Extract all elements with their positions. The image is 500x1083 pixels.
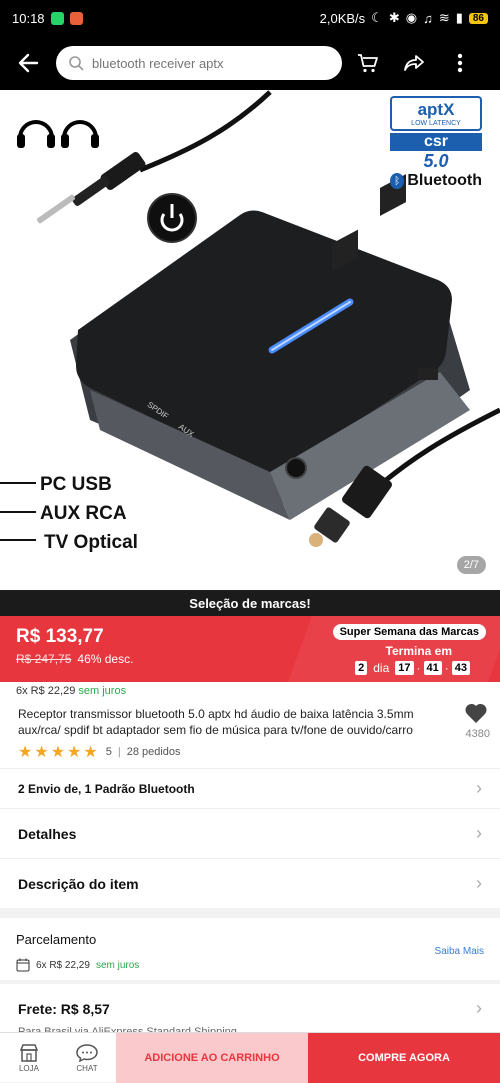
orders-count: 28 pedidos xyxy=(126,746,181,758)
installment-tag: sem juros xyxy=(78,685,127,697)
add-to-cart-button[interactable]: ADICIONE AO CARRINHO xyxy=(116,1033,308,1083)
installment-info: 6x R$ 22,29 sem juros xyxy=(16,685,126,697)
countdown-days: 2 xyxy=(355,661,368,675)
search-icon xyxy=(69,56,84,71)
ends-in-label: Termina em xyxy=(385,644,452,658)
bluetooth-logo-icon: ᛒ xyxy=(390,173,405,189)
bluetooth-label: Bluetooth xyxy=(407,172,482,189)
promo-badge[interactable]: Super Semana das Marcas xyxy=(332,624,486,640)
signal-icon: ▮ xyxy=(455,10,463,25)
search-bar[interactable] xyxy=(56,46,342,80)
csr-label: csr xyxy=(390,133,482,151)
details-row[interactable]: Detalhes › xyxy=(0,808,500,858)
countdown-seconds: 43 xyxy=(451,661,470,675)
chevron-right-icon: › xyxy=(476,873,482,893)
chevron-right-icon: › xyxy=(476,998,482,1018)
rating-value: 5 xyxy=(105,746,112,758)
original-price: R$ 247,75 xyxy=(16,652,72,666)
installments-tag: sem juros xyxy=(95,959,140,971)
feature-item: TV Optical xyxy=(44,532,138,553)
chat-icon xyxy=(76,1043,98,1062)
more-options-icon[interactable] xyxy=(440,43,480,83)
details-label: Detalhes xyxy=(18,825,77,842)
discount-label: 46% desc. xyxy=(77,652,134,666)
feature-item: PC USB xyxy=(40,474,112,495)
bluetooth-icon: ✱ xyxy=(388,10,400,25)
moon-icon: ☾ xyxy=(371,10,383,25)
store-label: LOJA xyxy=(18,1063,39,1073)
price-banner: R$ 133,77 R$ 247,75 46% desc. Super Sema… xyxy=(0,616,500,682)
countdown-days-label: dia xyxy=(373,661,390,675)
buy-now-button[interactable]: COMPRE AGORA xyxy=(308,1033,500,1083)
back-arrow-icon[interactable] xyxy=(10,45,46,81)
feature-item: AUX RCA xyxy=(40,503,127,524)
cart-icon[interactable] xyxy=(348,43,388,83)
version-label: 5.0 xyxy=(423,151,449,171)
description-label: Descrição do item xyxy=(18,875,139,892)
headphones-icon xyxy=(17,120,55,148)
favorites-count: 4380 xyxy=(465,728,490,740)
search-input[interactable] xyxy=(92,55,322,71)
heart-icon[interactable] xyxy=(464,702,488,726)
battery-indicator: 86 xyxy=(468,12,488,24)
store-icon xyxy=(19,1043,39,1062)
learn-more-link[interactable]: Saiba Mais xyxy=(435,946,484,957)
status-bar: 10:18 2,0KB/s ☾ ✱ ◉ ♫ ≋ ▮ 86 xyxy=(0,0,500,36)
aptx-label: aptX xyxy=(417,100,455,119)
rating-divider: | xyxy=(117,746,121,758)
mute-icon: ♫ xyxy=(423,10,433,26)
installments-section: Parcelamento Saiba Mais 6x R$ 22,29 sem … xyxy=(0,918,500,980)
chevron-right-icon: › xyxy=(476,778,482,798)
star-icon: ★ xyxy=(34,744,49,761)
bottom-action-bar: LOJA CHAT ADICIONE AO CARRINHO COMPRE AG… xyxy=(0,1032,500,1083)
installments-title: Parcelamento xyxy=(16,932,97,947)
installments-value: 6x R$ 22,29 xyxy=(36,959,90,971)
countdown-separator: · xyxy=(416,661,421,675)
status-time: 10:18 xyxy=(12,10,45,26)
variant-selector-row[interactable]: 2 Envio de, 1 Padrão Bluetooth › xyxy=(0,768,500,808)
countdown-timer: 2 dia 17 · 41 · 43 xyxy=(355,661,470,675)
chevron-right-icon: › xyxy=(476,823,482,843)
aptx-badge: aptX LOW LATENCY csr 5.0 ᛒ Bluetooth xyxy=(390,96,482,190)
description-row[interactable]: Descrição do item › xyxy=(0,858,500,908)
top-app-bar xyxy=(0,36,500,90)
variant-label: 2 Envio de, 1 Padrão Bluetooth xyxy=(18,781,195,796)
product-info: 6x R$ 22,29 sem juros Receptor transmiss… xyxy=(0,682,500,768)
product-image-carousel[interactable]: aptX LOW LATENCY csr 5.0 ᛒ Bluetooth SPD… xyxy=(0,90,500,590)
share-icon[interactable] xyxy=(394,43,434,83)
current-price: R$ 133,77 xyxy=(16,626,104,647)
low-latency-label: LOW LATENCY xyxy=(411,120,461,127)
original-price-row: R$ 247,75 46% desc. xyxy=(16,652,133,666)
star-icon: ★ xyxy=(50,744,66,761)
wifi-icon: ≋ xyxy=(438,10,450,25)
countdown-separator: · xyxy=(444,661,449,675)
network-speed: 2,0KB/s xyxy=(319,10,366,26)
star-icon: ★ xyxy=(18,744,33,761)
chat-label: CHAT xyxy=(76,1063,98,1073)
whatsapp-notification-icon xyxy=(50,11,64,25)
store-button[interactable]: LOJA xyxy=(0,1033,58,1083)
feature-list: PC USB AUX RCA TV Optical xyxy=(40,470,138,557)
image-pager: 2/7 xyxy=(456,556,486,574)
eye-icon: ◉ xyxy=(405,10,418,25)
star-icon: ★ xyxy=(67,744,82,761)
star-icon: ★ xyxy=(83,744,98,761)
brand-selection-banner[interactable]: Seleção de marcas! xyxy=(0,590,500,616)
shipping-row[interactable]: Frete: R$ 8,57 › Para Brasil via AliExpr… xyxy=(0,984,500,1032)
product-title: Receptor transmissor bluetooth 5.0 aptx … xyxy=(18,707,414,737)
countdown-minutes: 41 xyxy=(423,661,442,675)
shipping-title: Frete: R$ 8,57 xyxy=(18,1001,110,1017)
headphones-icon xyxy=(61,120,99,148)
countdown-hours: 17 xyxy=(395,661,414,675)
app-notification-icon xyxy=(69,11,83,25)
installment-text: 6x R$ 22,29 xyxy=(16,685,76,697)
chat-button[interactable]: CHAT xyxy=(58,1033,116,1083)
rating-row[interactable]: ★ ★ ★ ★ ★ 5 | 28 pedidos xyxy=(18,742,181,762)
installments-line: 6x R$ 22,29 sem juros xyxy=(16,958,139,972)
calendar-icon xyxy=(16,958,30,972)
